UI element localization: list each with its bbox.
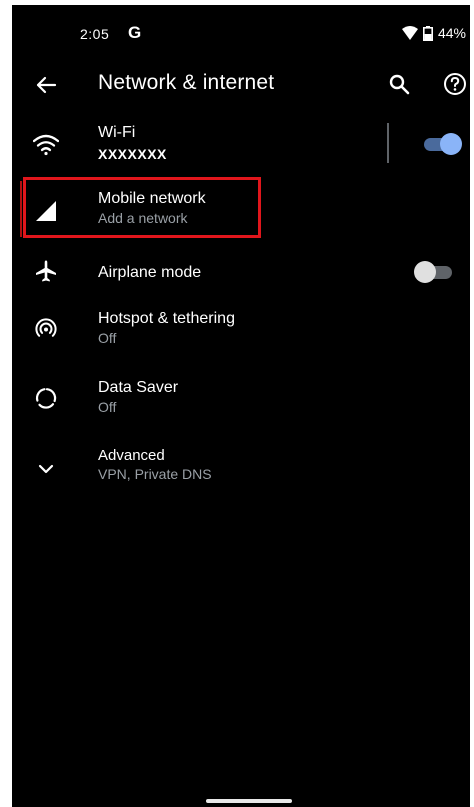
data-saver-icon [32,384,60,412]
airplane-mode-title: Airplane mode [98,264,202,281]
airplane-mode-toggle[interactable] [414,261,454,283]
list-item-airplane-mode[interactable]: Airplane mode [12,247,470,297]
chevron-down-icon [32,455,60,483]
wifi-network-name: XXXXXXX [98,146,167,162]
wifi-title: Wi-Fi [98,124,136,141]
hotspot-title: Hotspot & tethering [98,310,235,327]
advanced-subtitle: VPN, Private DNS [98,466,212,482]
app-bar: Network & internet [12,57,470,113]
hotspot-icon [32,315,60,343]
list-item-hotspot[interactable]: Hotspot & tethering Off [12,301,470,357]
wifi-divider [387,123,389,163]
wifi-toggle[interactable] [424,133,462,155]
back-arrow-icon[interactable] [30,69,62,101]
wifi-toggle-thumb [440,133,462,155]
wifi-icon [32,131,60,159]
search-icon[interactable] [384,69,414,99]
battery-percent: 44% [437,25,466,41]
status-time: 2:05 [80,26,110,42]
phone-screen: 2:05 G 44% Network & internet Wi-Fi XXXX… [12,5,470,807]
airplane-icon [32,257,60,285]
help-icon[interactable] [440,69,470,99]
wifi-signal-icon [401,26,418,40]
hotspot-subtitle: Off [98,330,117,346]
right-border [470,0,474,807]
battery-icon [422,25,433,41]
list-item-advanced[interactable]: Advanced VPN, Private DNS [12,439,470,491]
advanced-title: Advanced [98,447,165,464]
page-title: Network & internet [98,71,275,94]
list-item-wifi[interactable]: Wi-Fi XXXXXXX [12,115,470,175]
google-g-icon: G [128,23,142,42]
status-bar: 2:05 G 44% [12,5,470,57]
data-saver-subtitle: Off [98,399,117,415]
list-item-data-saver[interactable]: Data Saver Off [12,370,470,426]
highlight-accent-line [20,181,22,237]
status-right-group: 44% [401,25,466,41]
mobile-network-highlight-box [23,177,261,238]
airplane-toggle-thumb [414,261,436,283]
data-saver-title: Data Saver [98,379,179,396]
gesture-nav-handle[interactable] [206,799,292,803]
